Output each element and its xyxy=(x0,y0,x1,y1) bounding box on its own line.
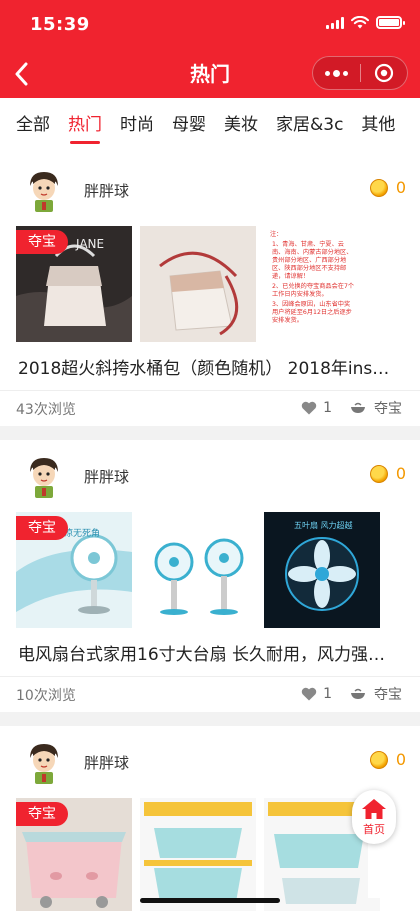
home-button-label: 首页 xyxy=(363,822,385,836)
product-image[interactable]: 涼无死角 夺宝 xyxy=(16,512,132,628)
tab-3[interactable]: 母婴 xyxy=(172,98,206,154)
post-images: 夺宝 xyxy=(16,798,404,911)
page: 15:39 热门 全部 热门 时尚 母婴 美妆 家居&3c 其他 胖胖球 0 J… xyxy=(0,0,420,911)
coin-balance: 0 xyxy=(369,750,406,769)
duobao-bowl-icon[interactable] xyxy=(350,688,366,700)
post-header: 胖胖球 0 xyxy=(0,726,420,796)
username[interactable]: 胖胖球 xyxy=(84,752,129,773)
coin-count: 0 xyxy=(395,750,406,769)
svg-text:南、海南、内蒙古部分地区、: 南、海南、内蒙古部分地区、 xyxy=(272,248,352,256)
product-image[interactable] xyxy=(140,512,256,628)
svg-text:JANE: JANE xyxy=(75,237,104,251)
avatar[interactable] xyxy=(18,736,70,788)
home-icon xyxy=(362,798,386,819)
heart-icon[interactable] xyxy=(301,687,317,701)
svg-text:2、已兑换的夺宝商品会在7个: 2、已兑换的夺宝商品会在7个 xyxy=(272,282,354,290)
post-actions: 1 夺宝 xyxy=(301,684,402,704)
avatar[interactable] xyxy=(18,164,70,216)
svg-text:注：: 注： xyxy=(270,230,282,238)
category-tabs: 全部 热门 时尚 母婴 美妆 家居&3c 其他 xyxy=(0,98,420,154)
tab-6[interactable]: 其他 xyxy=(361,98,395,154)
post-header: 胖胖球 0 xyxy=(0,440,420,510)
svg-text:贵州部分地区、广西部分地: 贵州部分地区、广西部分地 xyxy=(272,256,346,264)
svg-text:工作日内安排发货。: 工作日内安排发货。 xyxy=(272,290,328,298)
more-icon xyxy=(324,69,348,77)
post-card[interactable]: 胖胖球 0 JANE 夺宝 注： 1、青海、甘肃、宁夏、云 南、海南、内蒙古部分… xyxy=(0,154,420,426)
svg-text:递，请谅解！: 递，请谅解！ xyxy=(272,272,309,280)
view-count: 43次浏览 xyxy=(16,402,76,418)
view-count: 10次浏览 xyxy=(16,688,76,704)
more-button[interactable] xyxy=(313,57,360,89)
username[interactable]: 胖胖球 xyxy=(84,180,129,201)
svg-text:涼无死角: 涼无死角 xyxy=(64,527,100,539)
product-image[interactable]: JANE 夺宝 xyxy=(16,226,132,342)
duobao-tag: 夺宝 xyxy=(16,802,68,826)
heart-icon[interactable] xyxy=(301,401,317,415)
wifi-icon xyxy=(351,16,369,29)
like-count: 1 xyxy=(323,400,332,416)
svg-text:五叶扇 风力超越: 五叶扇 风力超越 xyxy=(294,520,353,530)
coin-icon xyxy=(369,750,388,769)
svg-text:区、陕西部分地区不支持邮: 区、陕西部分地区不支持邮 xyxy=(272,264,346,272)
duobao-bowl-icon[interactable] xyxy=(350,402,366,414)
coin-balance: 0 xyxy=(369,464,406,483)
svg-text:1、青海、甘肃、宁夏、云: 1、青海、甘肃、宁夏、云 xyxy=(272,240,344,248)
post-actions: 1 夺宝 xyxy=(301,398,402,418)
home-floating-button[interactable]: 首页 xyxy=(352,790,396,844)
post-footer: 43次浏览 1 夺宝 xyxy=(0,390,420,426)
post-title[interactable]: 2018超火斜挎水桶包（颜色随机） 2018年ins… xyxy=(18,354,398,379)
coin-icon xyxy=(369,178,388,197)
header: 15:39 热门 xyxy=(0,0,420,98)
tab-2[interactable]: 时尚 xyxy=(120,98,154,154)
post-header: 胖胖球 0 xyxy=(0,154,420,224)
status-time: 15:39 xyxy=(30,14,90,35)
duobao-tag: 夺宝 xyxy=(16,516,68,540)
signal-icon xyxy=(326,16,344,29)
post-title[interactable]: 电风扇台式家用16寸大台扇 长久耐用，风力强… xyxy=(18,640,398,665)
status-icons xyxy=(326,16,405,29)
battery-icon xyxy=(376,16,405,29)
tab-5[interactable]: 家居&3c xyxy=(276,98,343,154)
target-close-icon xyxy=(374,63,393,83)
notice-image[interactable]: 注： 1、青海、甘肃、宁夏、云 南、海南、内蒙古部分地区、 贵州部分地区、广西部… xyxy=(264,226,380,342)
coin-icon xyxy=(369,464,388,483)
product-image[interactable]: 夺宝 xyxy=(16,798,132,911)
like-count: 1 xyxy=(323,686,332,702)
svg-text:用户将延至6月12日之后逐步: 用户将延至6月12日之后逐步 xyxy=(272,308,352,316)
tab-0[interactable]: 全部 xyxy=(16,98,50,154)
post-footer: 10次浏览 1 夺宝 xyxy=(0,676,420,712)
coin-count: 0 xyxy=(395,178,406,197)
tab-1[interactable]: 热门 xyxy=(68,98,102,154)
product-image[interactable] xyxy=(140,226,256,342)
post-images: JANE 夺宝 注： 1、青海、甘肃、宁夏、云 南、海南、内蒙古部分地区、 贵州… xyxy=(16,226,404,342)
post-card[interactable]: 胖胖球 0 涼无死角 夺宝 五叶扇 风力超越 电风扇台式家用16寸大台扇 长久耐… xyxy=(0,440,420,712)
product-image[interactable]: 五叶扇 风力超越 xyxy=(264,512,380,628)
tab-4[interactable]: 美妆 xyxy=(224,98,258,154)
coin-balance: 0 xyxy=(369,178,406,197)
coin-count: 0 xyxy=(395,464,406,483)
close-mini-program-button[interactable] xyxy=(361,57,408,89)
post-images: 涼无死角 夺宝 五叶扇 风力超越 xyxy=(16,512,404,628)
product-image[interactable] xyxy=(140,798,256,911)
svg-text:安排发货。: 安排发货。 xyxy=(272,316,303,324)
username[interactable]: 胖胖球 xyxy=(84,466,129,487)
duobao-action[interactable]: 夺宝 xyxy=(374,684,402,704)
duobao-action[interactable]: 夺宝 xyxy=(374,398,402,418)
svg-text:3、因峰会原因，山东省中奖: 3、因峰会原因，山东省中奖 xyxy=(272,300,350,308)
avatar[interactable] xyxy=(18,450,70,502)
mini-program-capsule xyxy=(312,56,408,90)
home-indicator xyxy=(140,898,280,903)
duobao-tag: 夺宝 xyxy=(16,230,68,254)
